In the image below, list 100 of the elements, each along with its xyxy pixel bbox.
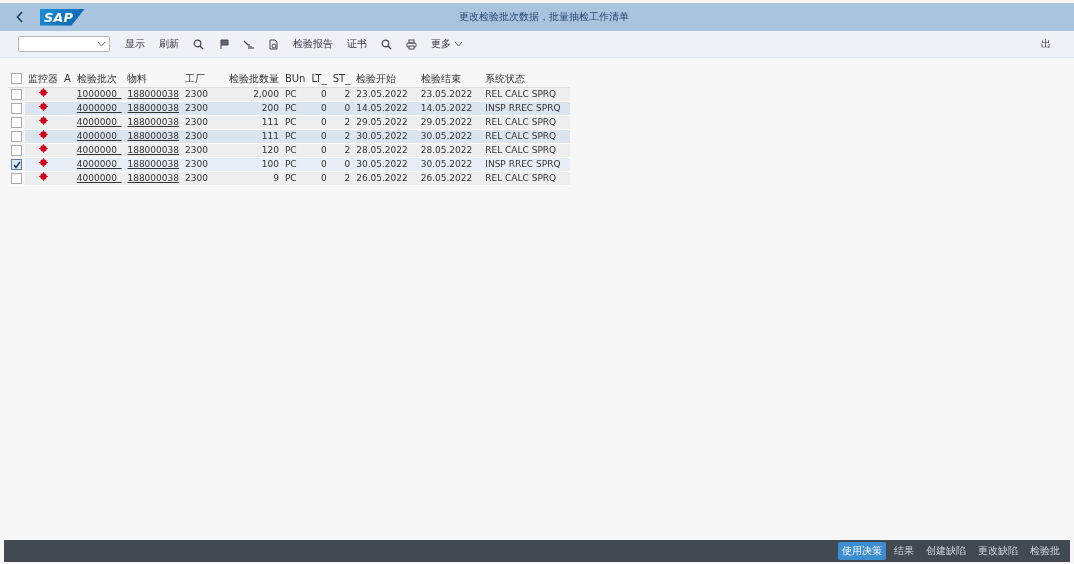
- printer-icon: [406, 38, 417, 50]
- chevron-down-icon: [97, 41, 106, 47]
- table-cell: 2: [344, 131, 351, 141]
- table-cell: 2: [344, 89, 351, 99]
- table-cell: PC: [284, 89, 297, 99]
- table-cell: 28.05.2022: [356, 145, 408, 155]
- table-cell: 0: [344, 159, 351, 169]
- table-cell: REL CALC SPRQ: [485, 131, 557, 141]
- table-cell: 28.05.2022: [420, 145, 473, 155]
- magnifier-icon: [193, 38, 204, 50]
- footer-button[interactable]: 结果: [890, 542, 918, 560]
- toolbar-button[interactable]: 证书: [342, 35, 372, 53]
- table-cell: 0: [321, 103, 327, 113]
- table-cell: 29.05.2022: [420, 117, 473, 127]
- column-header[interactable]: 检验结束: [417, 70, 483, 88]
- table-cell: 0: [321, 145, 327, 155]
- table-cell: 2,000: [253, 89, 279, 99]
- table-cell: 23.05.2022: [356, 89, 408, 99]
- row-checkbox[interactable]: [11, 173, 22, 184]
- column-header[interactable]: 系统状态: [482, 70, 571, 88]
- table-cell: 2: [344, 145, 351, 155]
- table-cell: PC: [284, 145, 297, 155]
- table-cell: REL CALC SPRQ: [485, 173, 557, 183]
- row-checkbox[interactable]: [11, 117, 22, 128]
- select-all-checkbox[interactable]: [11, 73, 22, 85]
- toolbar-button[interactable]: 检验报告: [288, 35, 338, 53]
- table-cell: 2: [344, 117, 351, 127]
- column-header[interactable]: 检验开始: [353, 70, 418, 88]
- status-light-icon: [38, 88, 48, 97]
- table-cell: 30.05.2022: [356, 159, 408, 169]
- row-checkbox[interactable]: [11, 131, 22, 142]
- table-cell: INSP RREC SPRQ: [485, 159, 561, 169]
- row-checkbox[interactable]: [11, 89, 22, 100]
- status-light-icon: [38, 116, 48, 125]
- column-header[interactable]: A: [61, 70, 74, 88]
- table-cell: PC: [284, 159, 297, 169]
- table-cell: 30.05.2022: [420, 131, 473, 141]
- footer-button[interactable]: 检验批: [1026, 542, 1064, 560]
- table-cell: 0: [344, 103, 351, 113]
- status-light-icon: [38, 158, 48, 167]
- variant-dropdown[interactable]: [18, 36, 110, 52]
- table-cell: 2300: [185, 173, 208, 183]
- chevron-left-icon: [16, 11, 24, 23]
- toolbar-button[interactable]: 刷新: [154, 35, 184, 53]
- table-cell: 30.05.2022: [356, 131, 408, 141]
- footer-button[interactable]: 创建缺陷: [922, 542, 970, 560]
- chevron-down-icon: [454, 41, 463, 47]
- row-checkbox[interactable]: [11, 159, 22, 170]
- table-cell: 2: [344, 173, 351, 183]
- table-cell: 0: [321, 89, 327, 99]
- status-light-icon: [38, 102, 48, 111]
- table-cell: 9: [273, 173, 279, 183]
- table-cell: 2300: [185, 89, 208, 99]
- table-cell: 30.05.2022: [420, 159, 473, 169]
- table-cell: 0: [321, 117, 327, 127]
- table-cell: 14.05.2022: [420, 103, 473, 113]
- table-cell: INSP RREC SPRQ: [485, 103, 561, 113]
- magnifier-icon: [381, 38, 392, 50]
- table-cell: REL CALC SPRQ: [485, 145, 557, 155]
- table-cell: PC: [284, 103, 297, 113]
- column-header[interactable]: 监控器: [25, 70, 61, 88]
- flag-icon: [218, 38, 229, 50]
- table-cell: 0: [321, 173, 327, 183]
- table-cell: 111: [261, 131, 279, 141]
- toolbar-button[interactable]: 显示: [120, 35, 150, 53]
- table-cell: 2300: [185, 131, 208, 141]
- table-cell: REL CALC SPRQ: [485, 89, 557, 99]
- status-light-icon: [38, 144, 48, 153]
- table-cell: 2300: [185, 145, 208, 155]
- table-cell: 200: [261, 103, 279, 113]
- table-cell: 2300: [185, 117, 208, 127]
- more-menu-button[interactable]: 更多: [426, 35, 468, 53]
- table-cell: PC: [284, 173, 297, 183]
- column-header[interactable]: 物料: [124, 70, 182, 88]
- table-cell: 2300: [185, 159, 208, 169]
- row-checkbox[interactable]: [11, 103, 22, 114]
- logo: SAP: [40, 8, 85, 26]
- status-light-icon: [38, 172, 48, 181]
- table-cell: 100: [261, 159, 279, 169]
- table-cell: 14.05.2022: [356, 103, 408, 113]
- exit-button[interactable]: 出: [1036, 35, 1056, 53]
- column-header[interactable]: LT_: [308, 70, 330, 88]
- table-cell: 120: [261, 145, 279, 155]
- table-cell: 111: [261, 117, 279, 127]
- table-cell: PC: [284, 117, 297, 127]
- column-header[interactable]: BUn: [281, 70, 309, 88]
- column-header[interactable]: ST_: [329, 70, 354, 88]
- table-cell: 0: [321, 131, 327, 141]
- table-cell: 26.05.2022: [420, 173, 473, 183]
- table-cell: 29.05.2022: [356, 117, 408, 127]
- window-title: 更改检验批次数据，批量抽检工作清单: [458, 10, 631, 24]
- footer-button[interactable]: 更改缺陷: [974, 542, 1022, 560]
- table-cell: 0: [321, 159, 327, 169]
- table-cell: PC: [284, 131, 297, 141]
- column-header[interactable]: 检验批数量: [225, 70, 282, 88]
- table-cell: 2300: [185, 103, 208, 113]
- column-header[interactable]: 检验批次: [73, 70, 125, 88]
- column-header[interactable]: 工厂: [182, 70, 226, 88]
- footer-button[interactable]: 使用决策: [838, 542, 886, 560]
- row-checkbox[interactable]: [11, 145, 22, 156]
